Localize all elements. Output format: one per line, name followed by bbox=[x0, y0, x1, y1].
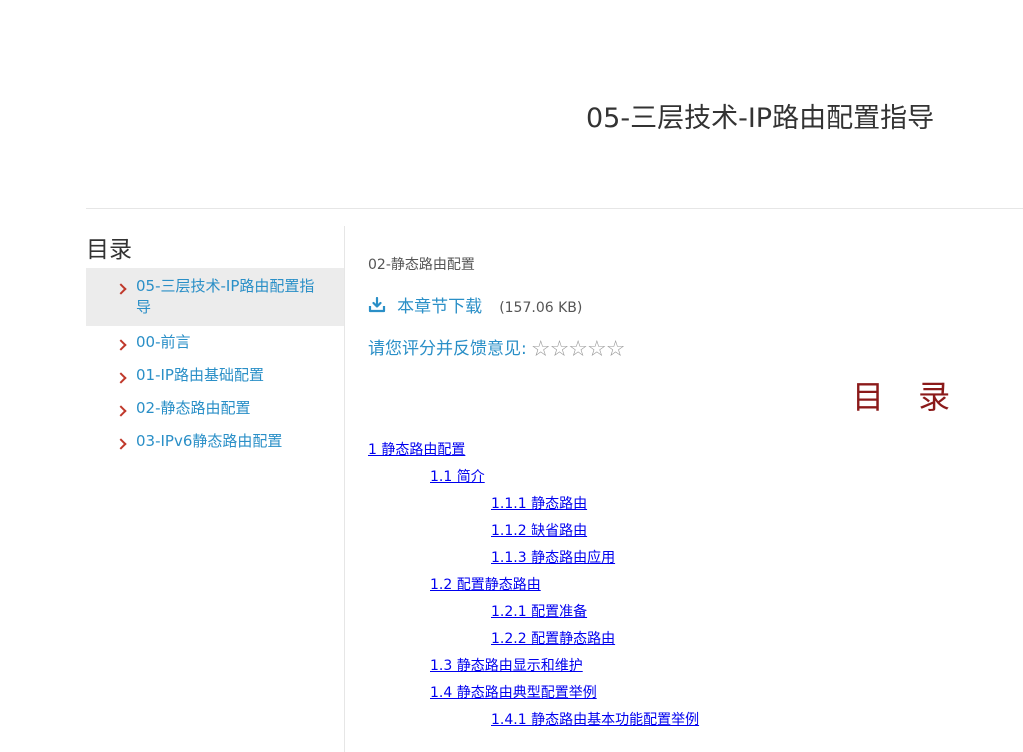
rating-star-4[interactable]: ☆ bbox=[587, 339, 607, 361]
sidebar-item-ip-routing-guide[interactable]: 05-三层技术-IP路由配置指导 bbox=[86, 268, 344, 326]
toc-link[interactable]: 1.3 静态路由显示和维护 bbox=[368, 653, 1008, 680]
toc-link[interactable]: 1.1.3 静态路由应用 bbox=[368, 545, 1008, 572]
rating-label: 请您评分并反馈意见: bbox=[368, 339, 527, 359]
toc-link[interactable]: 1.1 简介 bbox=[368, 464, 1008, 491]
sidebar-nav: 05-三层技术-IP路由配置指导 00-前言 01-IP路由基础配置 02-静态… bbox=[86, 268, 344, 458]
download-file-size: (157.06 KB) bbox=[499, 300, 583, 316]
sidebar-item-preface[interactable]: 00-前言 bbox=[86, 326, 344, 359]
sidebar-item-label: 02-静态路由配置 bbox=[136, 399, 251, 417]
toc-link[interactable]: 1.1.1 静态路由 bbox=[368, 491, 1008, 518]
download-chapter-link[interactable]: 本章节下载 bbox=[397, 297, 482, 317]
sidebar-item-label: 01-IP路由基础配置 bbox=[136, 366, 264, 384]
rating-star-5[interactable]: ☆ bbox=[606, 339, 626, 361]
sidebar-item-ipv6-static-routing[interactable]: 03-IPv6静态路由配置 bbox=[86, 425, 344, 458]
sidebar: 目录 05-三层技术-IP路由配置指导 00-前言 01-IP路由基础配置 02… bbox=[86, 226, 345, 752]
download-icon[interactable] bbox=[368, 297, 386, 313]
sidebar-item-static-routing[interactable]: 02-静态路由配置 bbox=[86, 392, 344, 425]
rating-star-2[interactable]: ☆ bbox=[550, 339, 570, 361]
toc-link[interactable]: 1 静态路由配置 bbox=[368, 437, 1008, 464]
toc-list: 1 静态路由配置 1.1 简介 1.1.1 静态路由 1.1.2 缺省路由 1.… bbox=[368, 437, 1008, 734]
document-title: 05-三层技术-IP路由配置指导 bbox=[586, 103, 935, 134]
title-divider bbox=[86, 208, 1023, 209]
rating-row: 请您评分并反馈意见: ☆☆☆☆☆ bbox=[368, 334, 626, 361]
toc-link[interactable]: 1.2.1 配置准备 bbox=[368, 599, 1008, 626]
sidebar-item-label: 03-IPv6静态路由配置 bbox=[136, 432, 283, 450]
rating-star-3[interactable]: ☆ bbox=[568, 339, 588, 361]
toc-heading: 目 录 bbox=[852, 378, 963, 416]
chevron-right-icon bbox=[117, 433, 125, 454]
sidebar-item-label: 05-三层技术-IP路由配置指导 bbox=[136, 277, 315, 316]
chapter-name: 02-静态路由配置 bbox=[368, 257, 475, 273]
sidebar-item-ip-routing-basics[interactable]: 01-IP路由基础配置 bbox=[86, 359, 344, 392]
toc-link[interactable]: 1.4 静态路由典型配置举例 bbox=[368, 680, 1008, 707]
toc-link[interactable]: 1.2.2 配置静态路由 bbox=[368, 626, 1008, 653]
chevron-right-icon bbox=[117, 334, 125, 355]
sidebar-heading: 目录 bbox=[86, 237, 132, 263]
toc-link[interactable]: 1.4.1 静态路由基本功能配置举例 bbox=[368, 707, 1008, 734]
download-row: 本章节下载 (157.06 KB) bbox=[368, 292, 582, 317]
toc-link[interactable]: 1.2 配置静态路由 bbox=[368, 572, 1008, 599]
toc-link[interactable]: 1.1.2 缺省路由 bbox=[368, 518, 1008, 545]
page: 05-三层技术-IP路由配置指导 目录 05-三层技术-IP路由配置指导 00-… bbox=[0, 0, 1023, 752]
chevron-right-icon bbox=[117, 400, 125, 421]
rating-star-1[interactable]: ☆ bbox=[531, 339, 551, 361]
chevron-right-icon bbox=[117, 367, 125, 388]
chevron-right-icon bbox=[117, 278, 125, 299]
sidebar-item-label: 00-前言 bbox=[136, 333, 191, 351]
